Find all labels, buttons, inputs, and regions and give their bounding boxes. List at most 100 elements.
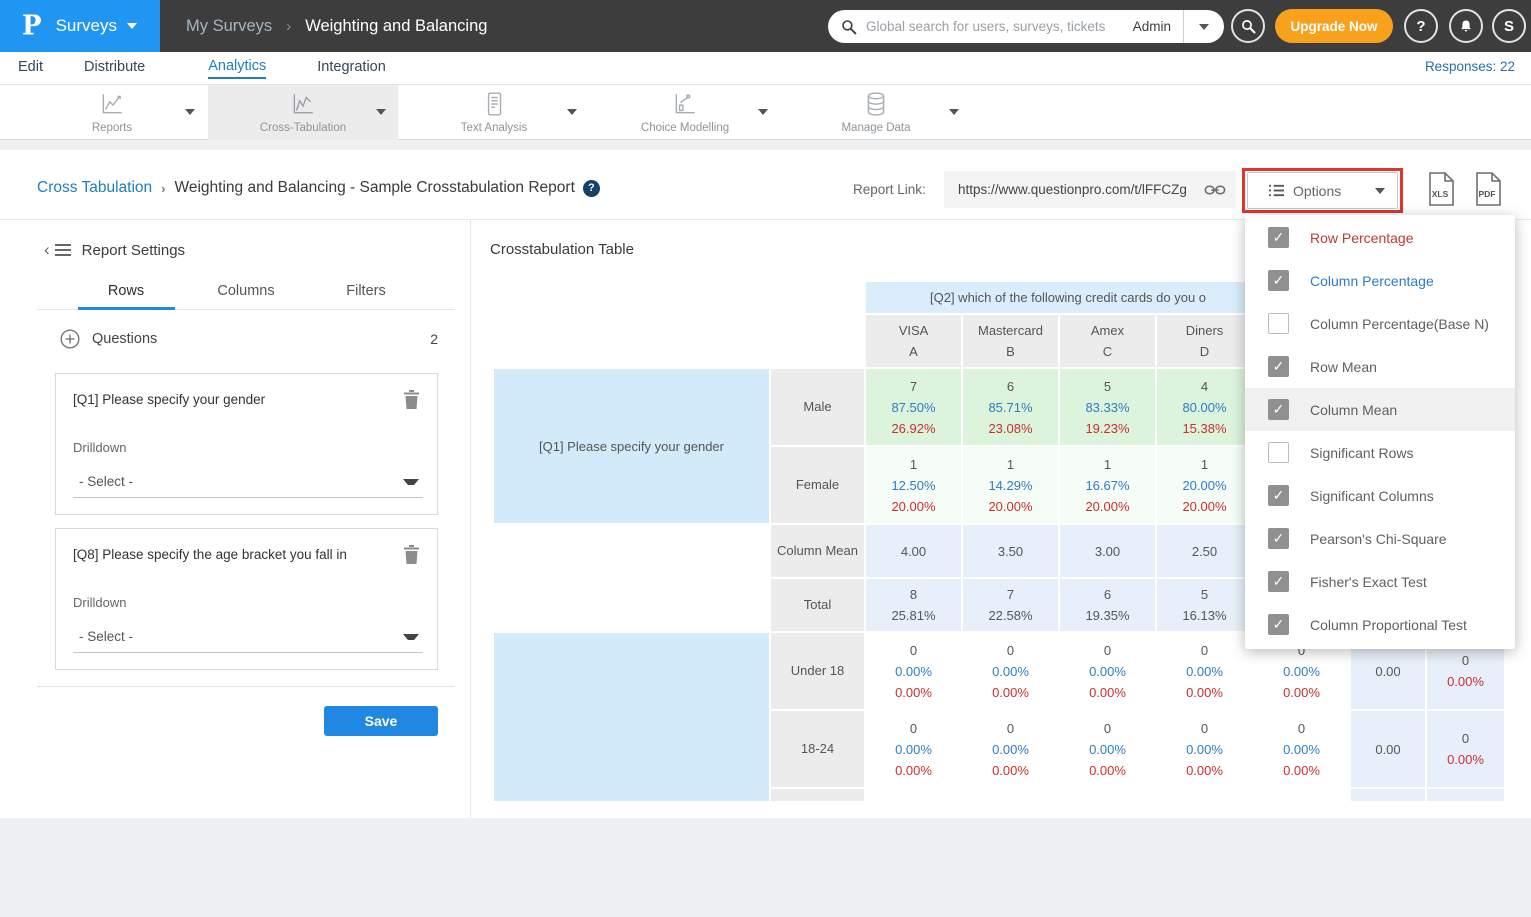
options-menu-item[interactable]: ✓Row Mean <box>1245 345 1515 388</box>
toolbar-cross-tabulation[interactable]: Cross-Tabulation <box>208 85 398 140</box>
export-xls-button[interactable]: XLS <box>1427 172 1455 206</box>
options-menu-item-label: Column Proportional Test <box>1310 617 1467 633</box>
options-menu-item[interactable]: ✓Column Mean <box>1245 388 1515 431</box>
crosstab-cell: 112.50%20.00% <box>866 447 961 523</box>
global-search: Admin <box>828 10 1224 43</box>
tab-distribute[interactable]: Distribute <box>84 59 145 78</box>
top-bar: P Surveys My Surveys › Weighting and Bal… <box>0 0 1531 52</box>
options-menu-item[interactable]: ✓ Column Proportional Test <box>1245 603 1515 646</box>
svg-text:XLS: XLS <box>1432 189 1449 199</box>
report-link-field[interactable]: https://www.questionpro.com/t/lFFCZg <box>944 171 1236 208</box>
crosstab-cell: 583.33%19.23% <box>1060 369 1155 445</box>
crosstab-cell: 825.81% <box>866 579 961 631</box>
trash-icon[interactable] <box>404 390 419 409</box>
options-menu-item-label: Fisher's Exact Test <box>1310 574 1427 590</box>
checkbox-checked-icon[interactable]: ✓ <box>1268 227 1289 248</box>
crosstab-cell: 00.00%0.00% <box>1254 711 1349 787</box>
page-footer: Performance Monitor Employee Edition ©20… <box>0 818 1531 917</box>
tab-edit[interactable]: Edit <box>18 59 43 78</box>
chevron-down-icon <box>403 479 419 485</box>
row-question-label: [Q1] Please specify your gender <box>494 369 769 523</box>
options-dropdown-button[interactable]: Options <box>1247 172 1398 209</box>
checkbox-checked-icon[interactable]: ✓ <box>1268 399 1289 420</box>
options-menu-item-label: Column Percentage(Base N) <box>1310 316 1489 332</box>
chevron-right-icon: › <box>161 181 165 196</box>
options-menu-item[interactable]: Significant Rows <box>1245 431 1515 474</box>
column-header-diners: DinersD <box>1157 315 1252 367</box>
spacer <box>0 140 1531 150</box>
help-button[interactable]: ? <box>1404 9 1438 43</box>
search-scope-label: Admin <box>1133 19 1171 34</box>
tab-analytics[interactable]: Analytics <box>208 58 266 79</box>
chevron-down-icon <box>567 109 577 115</box>
report-settings-toggle[interactable]: ‹ Report Settings <box>44 240 185 260</box>
questionpro-logo-icon: P <box>22 10 42 42</box>
options-menu-item[interactable]: ✓ Fisher's Exact Test <box>1245 560 1515 603</box>
checkbox-checked-icon[interactable]: ✓ <box>1268 614 1289 635</box>
tab-columns[interactable]: Columns <box>186 283 306 299</box>
report-url[interactable]: https://www.questionpro.com/t/lFFCZg <box>958 182 1204 197</box>
analytics-toolbar: Reports Cross-Tabulation Text Analysis C… <box>0 85 1531 140</box>
link-icon[interactable] <box>1204 181 1226 199</box>
notifications-button[interactable] <box>1449 9 1483 43</box>
cross-tabulation-link[interactable]: Cross Tabulation <box>37 179 152 197</box>
divider <box>37 686 455 687</box>
options-menu-item-label: Row Percentage <box>1310 230 1414 246</box>
toolbar-reports[interactable]: Reports <box>17 85 207 140</box>
tab-rows[interactable]: Rows <box>66 283 186 299</box>
add-question-icon[interactable] <box>60 329 80 349</box>
options-menu-item[interactable]: ✓ Row Percentage <box>1245 216 1515 259</box>
checkbox-unchecked-icon[interactable] <box>1268 313 1289 334</box>
drilldown-label: Drilldown <box>73 595 126 610</box>
help-icon[interactable]: ? <box>583 180 600 197</box>
row-label-female: Female <box>771 447 864 523</box>
export-pdf-button[interactable]: PDF <box>1474 172 1502 206</box>
crosstab-cell: 3.50 <box>963 525 1058 577</box>
checkbox-unchecked-icon[interactable] <box>1268 442 1289 463</box>
question-card-q1: [Q1] Please specify your gender Drilldow… <box>55 373 438 515</box>
trash-icon[interactable] <box>404 545 419 564</box>
drilldown-select[interactable]: - Select - <box>73 621 423 653</box>
crosstab-cell: 480.00%15.38% <box>1157 369 1252 445</box>
crosstab-cell: 00.00%0.00% <box>963 633 1058 709</box>
chevron-down-icon <box>185 109 195 115</box>
chevron-right-icon: › <box>286 18 291 35</box>
tab-integration[interactable]: Integration <box>317 59 386 78</box>
drilldown-select[interactable]: - Select - <box>73 466 423 498</box>
list-icon <box>1268 183 1285 198</box>
tab-filters[interactable]: Filters <box>306 283 426 299</box>
checkbox-checked-icon[interactable]: ✓ <box>1268 485 1289 506</box>
search-submit-button[interactable] <box>1231 9 1265 43</box>
line-chart-icon <box>99 91 125 117</box>
product-switcher[interactable]: P Surveys <box>0 0 160 52</box>
user-avatar[interactable]: S <box>1492 9 1526 43</box>
toolbar-manage-data[interactable]: Manage Data <box>781 85 971 140</box>
options-menu-item[interactable]: ✓Column Percentage <box>1245 259 1515 302</box>
checkbox-checked-icon[interactable]: ✓ <box>1268 571 1289 592</box>
crosstab-cell: 619.35% <box>1060 579 1155 631</box>
column-header-amex: AmexC <box>1060 315 1155 367</box>
database-icon <box>863 91 889 117</box>
crosstab-cell: 0.00 <box>1351 711 1425 787</box>
toolbar-choice-modelling[interactable]: Choice Modelling <box>590 85 780 140</box>
upgrade-now-button[interactable]: Upgrade Now <box>1275 9 1393 43</box>
table-cell-blank <box>494 525 769 577</box>
crosstab-cell: 00.00% <box>1427 711 1504 787</box>
survey-nav: Edit Distribute Analytics Integration Re… <box>0 52 1531 85</box>
table-cell-blank <box>494 579 769 631</box>
checkbox-checked-icon[interactable]: ✓ <box>1268 270 1289 291</box>
checkbox-checked-icon[interactable]: ✓ <box>1268 528 1289 549</box>
save-button[interactable]: Save <box>324 706 438 736</box>
options-menu-item[interactable]: ✓Significant Columns <box>1245 474 1515 517</box>
global-search-input[interactable] <box>866 19 1133 34</box>
column-header-mastercard: MastercardB <box>963 315 1058 367</box>
options-menu-item[interactable]: ✓Pearson's Chi-Square <box>1245 517 1515 560</box>
breadcrumb-my-surveys[interactable]: My Surveys <box>186 17 272 36</box>
options-menu-item[interactable]: Column Percentage(Base N) <box>1245 302 1515 345</box>
product-name: Surveys <box>56 16 117 36</box>
toolbar-text-analysis[interactable]: Text Analysis <box>399 85 589 140</box>
search-scope-dropdown[interactable] <box>1184 10 1224 43</box>
checkbox-checked-icon[interactable]: ✓ <box>1268 356 1289 377</box>
crosstab-cell: 00.00%0.00% <box>1060 711 1155 787</box>
bell-icon <box>1458 18 1474 35</box>
